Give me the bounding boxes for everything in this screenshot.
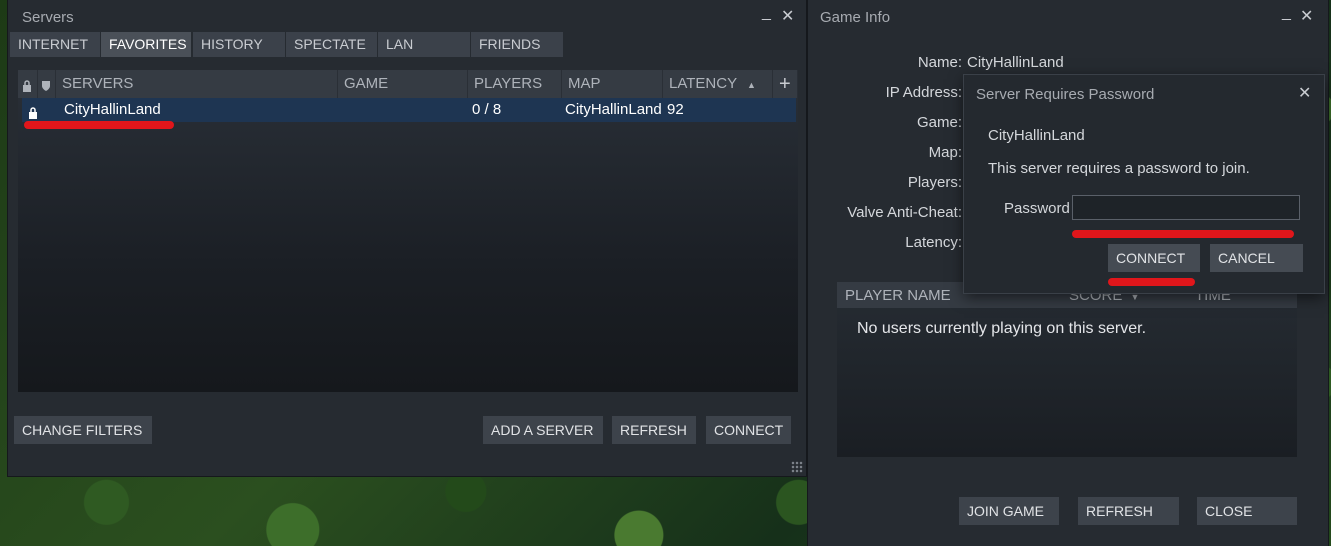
annotation-underline bbox=[1108, 278, 1195, 286]
sort-descending-icon: ▼ bbox=[1130, 292, 1140, 302]
game-label: Game: bbox=[916, 114, 962, 131]
minimize-button[interactable]: _ bbox=[762, 4, 771, 22]
server-map: CityHallinLand bbox=[565, 101, 662, 118]
servers-window: Servers _ ✕ INTERNET FAVORITES HISTORY S… bbox=[8, 0, 806, 476]
servers-window-title: Servers bbox=[22, 9, 74, 26]
player-list[interactable]: PLAYER NAME SCORE ▼ TIME No users curren… bbox=[837, 282, 1297, 457]
resize-grip-icon[interactable] bbox=[791, 461, 803, 473]
sort-ascending-icon: ▲ bbox=[746, 80, 756, 90]
server-list[interactable]: SERVERS GAME PLAYERS MAP LATENCY ▲ + Cit… bbox=[18, 70, 798, 392]
server-players: 0 / 8 bbox=[472, 101, 502, 118]
tab-spectate[interactable]: SPECTATE bbox=[286, 32, 377, 57]
tab-lan[interactable]: LAN bbox=[378, 32, 470, 57]
column-players[interactable]: PLAYERS bbox=[468, 70, 562, 98]
column-vac[interactable] bbox=[38, 70, 56, 98]
dialog-message: This server requires a password to join. bbox=[988, 160, 1250, 177]
name-label: Name: bbox=[917, 54, 962, 71]
column-latency-label: LATENCY bbox=[669, 75, 737, 92]
empty-message: No users currently playing on this serve… bbox=[857, 320, 1147, 337]
add-server-button[interactable]: ADD A SERVER bbox=[483, 416, 603, 444]
server-latency: 92 bbox=[667, 101, 684, 118]
dialog-server-name: CityHallinLand bbox=[988, 127, 1085, 144]
tab-history[interactable]: HISTORY bbox=[193, 32, 285, 57]
ip-label: IP Address: bbox=[885, 84, 962, 101]
tab-internet[interactable]: INTERNET bbox=[10, 32, 100, 57]
close-button[interactable]: ✕ bbox=[781, 6, 794, 26]
info-labels: Name: IP Address: Game: Map: Players: Va… bbox=[828, 0, 962, 260]
tab-favorites[interactable]: FAVORITES bbox=[101, 32, 191, 57]
tab-friends[interactable]: FRIENDS bbox=[471, 32, 563, 57]
close-button[interactable]: CLOSE bbox=[1197, 497, 1297, 525]
column-servers[interactable]: SERVERS bbox=[56, 70, 338, 98]
close-button[interactable]: ✕ bbox=[1298, 83, 1311, 103]
add-column-button[interactable]: + bbox=[773, 70, 798, 98]
server-name: CityHallinLand bbox=[64, 101, 161, 118]
vac-label: Valve Anti-Cheat: bbox=[847, 204, 962, 221]
join-game-button[interactable]: JOIN GAME bbox=[959, 497, 1059, 525]
column-game[interactable]: GAME bbox=[338, 70, 468, 98]
map-label: Map: bbox=[928, 144, 962, 161]
change-filters-button[interactable]: CHANGE FILTERS bbox=[14, 416, 152, 444]
refresh-button[interactable]: REFRESH bbox=[1078, 497, 1179, 525]
password-label: Password bbox=[1004, 200, 1070, 217]
column-map[interactable]: MAP bbox=[562, 70, 663, 98]
table-row[interactable]: CityHallinLand 0 / 8 CityHallinLand 92 bbox=[22, 98, 796, 122]
password-field[interactable] bbox=[1072, 195, 1300, 220]
column-lock[interactable] bbox=[18, 70, 38, 98]
close-button[interactable]: ✕ bbox=[1300, 6, 1313, 26]
dialog-cancel-button[interactable]: CANCEL bbox=[1210, 244, 1303, 272]
name-value: CityHallinLand bbox=[967, 54, 1064, 71]
connect-button[interactable]: CONNECT bbox=[706, 416, 791, 444]
dialog-connect-button[interactable]: CONNECT bbox=[1108, 244, 1200, 272]
password-dialog: Server Requires Password ✕ CityHallinLan… bbox=[964, 75, 1324, 293]
annotation-underline bbox=[24, 121, 174, 129]
refresh-button[interactable]: REFRESH bbox=[612, 416, 696, 444]
annotation-underline bbox=[1072, 230, 1294, 238]
column-player-name[interactable]: PLAYER NAME bbox=[845, 287, 951, 304]
password-dialog-title: Server Requires Password bbox=[976, 86, 1155, 103]
latency-label: Latency: bbox=[905, 234, 962, 251]
column-latency[interactable]: LATENCY ▲ bbox=[663, 70, 773, 98]
minimize-button[interactable]: _ bbox=[1282, 4, 1291, 22]
players-label: Players: bbox=[907, 174, 962, 191]
